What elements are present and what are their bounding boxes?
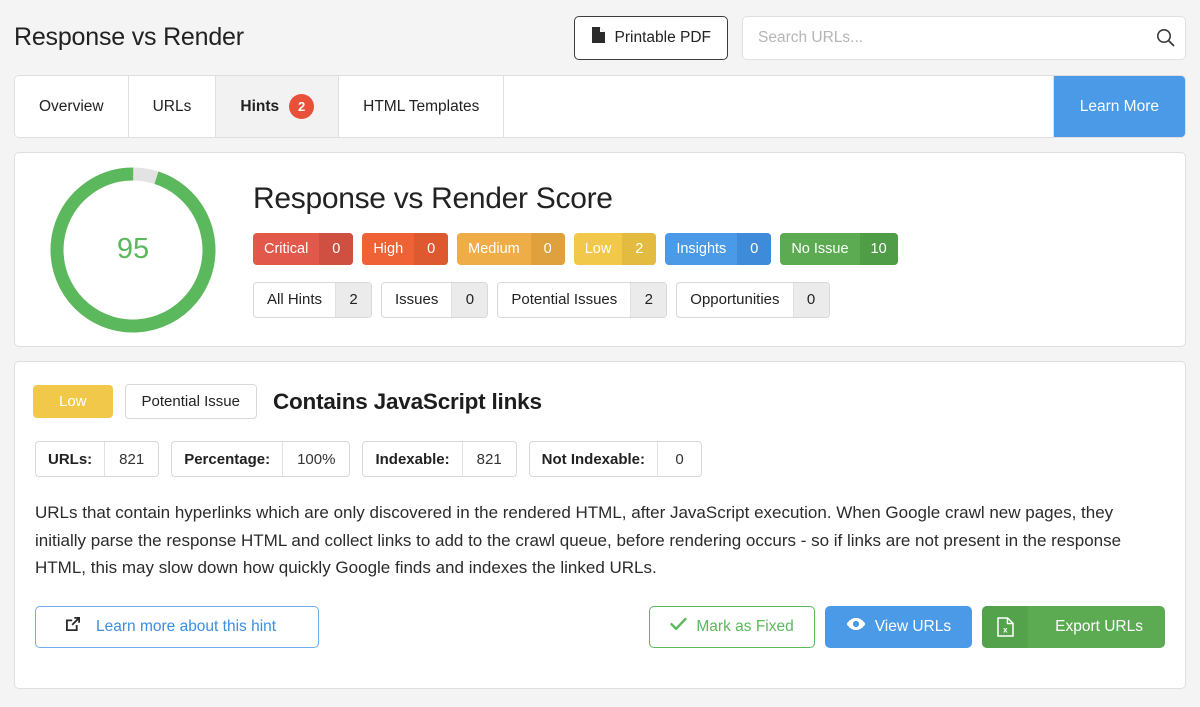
tab-overview-label: Overview	[39, 97, 104, 115]
filter-all-hints[interactable]: All Hints 2	[253, 281, 373, 318]
hint-title: Contains JavaScript links	[272, 388, 542, 414]
tab-html-templates[interactable]: HTML Templates	[339, 76, 505, 137]
metric-urls: URLs: 821	[35, 441, 160, 477]
hint-action-row: Learn more about this hint Mark as Fixed	[33, 605, 1167, 648]
score-value: 95	[116, 233, 150, 265]
metric-not-indexable-value: 0	[657, 442, 701, 476]
excel-file-icon: x	[982, 605, 1029, 648]
tab-hints[interactable]: Hints 2	[216, 76, 340, 137]
score-heading: Response vs Render Score	[253, 181, 613, 215]
page-header: Response vs Render Printable PDF	[0, 0, 1200, 75]
view-urls-button[interactable]: View URLs	[824, 605, 973, 648]
search-input[interactable]	[742, 15, 1186, 60]
severity-badge-medium-count: 0	[530, 232, 565, 265]
filter-issues[interactable]: Issues 0	[381, 281, 489, 318]
export-urls-label: Export URLs	[1055, 617, 1143, 635]
tab-urls[interactable]: URLs	[128, 76, 217, 137]
tab-urls-label: URLs	[152, 97, 192, 115]
learn-more-about-hint-label: Learn more about this hint	[96, 617, 277, 635]
mark-as-fixed-label: Mark as Fixed	[696, 617, 794, 635]
filter-issues-label: Issues	[395, 291, 439, 308]
document-icon	[591, 26, 606, 49]
metric-indexable-label: Indexable:	[375, 450, 450, 468]
metric-percentage: Percentage: 100%	[171, 441, 351, 477]
svg-text:x: x	[1003, 625, 1008, 634]
metric-indexable-value: 821	[461, 442, 516, 476]
hint-card: Low Potential Issue Contains JavaScript …	[14, 361, 1186, 689]
severity-badge-critical[interactable]: Critical 0	[253, 232, 354, 265]
page-title: Response vs Render	[14, 23, 244, 51]
severity-badge-row: Critical 0 High 0 Medium 0 Low 2 Insight…	[253, 232, 1163, 265]
filter-potential-issues-count: 2	[630, 282, 667, 317]
filter-issues-count: 0	[451, 282, 488, 317]
mark-as-fixed-button[interactable]: Mark as Fixed	[649, 605, 815, 648]
tab-html-templates-label: HTML Templates	[363, 97, 480, 115]
filter-all-hints-count: 2	[335, 282, 372, 317]
search-icon[interactable]	[1154, 27, 1176, 49]
filter-opportunities-count: 0	[792, 282, 829, 317]
severity-badge-insights-label: Insights	[676, 240, 727, 257]
tab-bar: Overview URLs Hints 2 HTML Templates Lea…	[14, 75, 1186, 138]
severity-badge-critical-count: 0	[319, 232, 354, 265]
tab-bar-spacer	[504, 76, 1054, 137]
printable-pdf-button[interactable]: Printable PDF	[573, 15, 728, 60]
metric-not-indexable: Not Indexable: 0	[528, 441, 703, 477]
printable-pdf-label: Printable PDF	[614, 28, 711, 46]
filter-all-hints-label: All Hints	[267, 291, 323, 308]
severity-badge-medium[interactable]: Medium 0	[457, 232, 565, 265]
header-actions: Printable PDF	[573, 15, 1186, 60]
eye-icon	[846, 617, 866, 636]
metric-indexable: Indexable: 821	[362, 441, 517, 477]
hint-metric-row: URLs: 821 Percentage: 100% Indexable: 82…	[33, 441, 1167, 477]
metric-urls-label: URLs:	[48, 450, 93, 468]
learn-more-button[interactable]: Learn More	[1053, 76, 1185, 137]
severity-badge-high[interactable]: High 0	[362, 232, 449, 265]
severity-badge-medium-label: Medium	[468, 240, 520, 257]
learn-more-label: Learn More	[1079, 97, 1159, 115]
severity-badge-insights-count: 0	[737, 232, 772, 265]
severity-badge-no-issue-label: No Issue	[791, 240, 849, 257]
external-link-icon	[64, 615, 82, 638]
learn-more-about-hint-button[interactable]: Learn more about this hint	[35, 605, 319, 648]
filter-opportunities-label: Opportunities	[690, 291, 780, 308]
severity-badge-insights[interactable]: Insights 0	[665, 232, 772, 265]
severity-badge-low-count: 2	[622, 232, 657, 265]
severity-badge-critical-label: Critical	[264, 240, 309, 257]
hint-filter-row: All Hints 2 Issues 0 Potential Issues 2 …	[253, 281, 1163, 318]
severity-badge-high-count: 0	[414, 232, 449, 265]
metric-percentage-label: Percentage:	[184, 450, 271, 468]
search-container	[742, 15, 1186, 60]
tab-overview[interactable]: Overview	[15, 76, 129, 137]
tab-hints-badge: 2	[289, 94, 315, 119]
severity-badge-low-label: Low	[584, 240, 612, 257]
hint-type-pill[interactable]: Potential Issue	[124, 384, 257, 419]
view-urls-label: View URLs	[874, 617, 952, 635]
severity-badge-no-issue-count: 10	[859, 232, 898, 265]
export-urls-button[interactable]: x Export URLs	[982, 605, 1165, 648]
hint-primary-actions: Mark as Fixed View URLs x Export URLs	[649, 605, 1165, 648]
score-details: Response vs Render Score Critical 0 High…	[219, 182, 1163, 318]
tab-hints-label: Hints	[240, 97, 280, 115]
score-card: 95 Response vs Render Score Critical 0 H…	[14, 152, 1186, 347]
metric-percentage-value: 100%	[282, 442, 349, 476]
filter-potential-issues[interactable]: Potential Issues 2	[497, 281, 668, 318]
check-icon	[670, 617, 687, 636]
score-donut-chart: 95	[47, 164, 219, 336]
filter-potential-issues-label: Potential Issues	[511, 291, 618, 308]
metric-not-indexable-label: Not Indexable:	[541, 450, 646, 468]
severity-badge-low[interactable]: Low 2	[573, 232, 657, 265]
metric-urls-value: 821	[104, 442, 158, 476]
filter-opportunities[interactable]: Opportunities 0	[676, 281, 830, 318]
hint-description: URLs that contain hyperlinks which are o…	[35, 503, 1122, 578]
severity-badge-high-label: High	[373, 240, 404, 257]
severity-badge-no-issue[interactable]: No Issue 10	[780, 232, 898, 265]
hint-header: Low Potential Issue Contains JavaScript …	[33, 384, 1167, 419]
hint-severity-pill[interactable]: Low	[33, 385, 113, 418]
